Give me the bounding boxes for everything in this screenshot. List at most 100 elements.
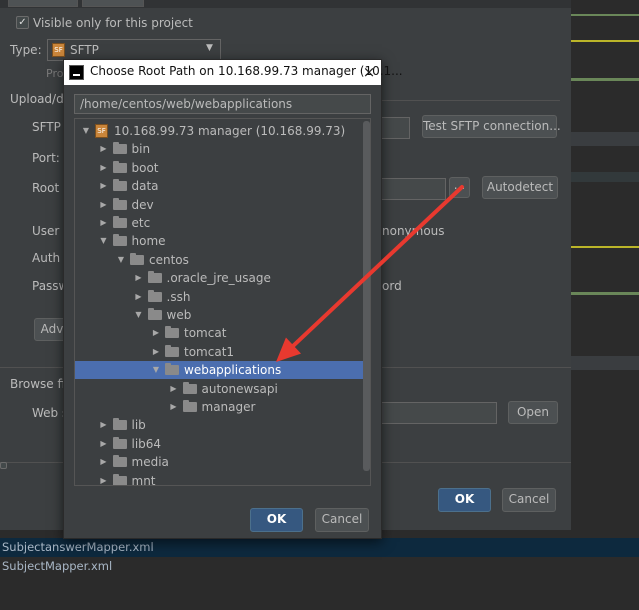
tree-node[interactable]: ▶ etc — [75, 214, 370, 232]
tree-node[interactable]: ▶ mnt — [75, 472, 370, 485]
folder-icon — [165, 344, 179, 357]
collapsed-arrow-icon[interactable]: ▶ — [99, 196, 109, 214]
editor-background — [571, 0, 639, 530]
collapsed-arrow-icon[interactable]: ▶ — [169, 380, 179, 398]
tree-node[interactable]: ▶ tomcat1 — [75, 343, 370, 361]
tree-node-label: centos — [149, 252, 189, 267]
tab-mappings[interactable] — [82, 0, 144, 7]
browse-root-path-button[interactable]: ... — [449, 177, 470, 198]
tree-node[interactable]: ▼ web — [75, 306, 370, 324]
settings-ok-button[interactable]: OK — [438, 488, 491, 512]
tree-node-label: webapplications — [184, 363, 282, 378]
tree-node-label: lib — [131, 418, 146, 433]
open-button[interactable]: Open — [508, 401, 558, 424]
type-value: SFTP — [70, 43, 99, 57]
resize-grip[interactable] — [0, 462, 7, 469]
dialog-ok-button[interactable]: OK — [250, 508, 303, 532]
tree-node-label: .ssh — [166, 289, 191, 304]
code-line-band — [571, 132, 639, 146]
collapsed-arrow-icon[interactable]: ▶ — [99, 214, 109, 232]
collapsed-arrow-icon[interactable]: ▶ — [151, 343, 161, 361]
tree-node[interactable]: ▼ SF 10.168.99.73 manager (10.168.99.73) — [75, 122, 370, 140]
web-server-url-input[interactable] — [370, 402, 497, 424]
collapsed-arrow-icon[interactable]: ▶ — [134, 269, 144, 287]
folder-icon — [112, 197, 127, 210]
folder-icon — [147, 289, 162, 302]
collapsed-arrow-icon[interactable]: ▶ — [151, 324, 161, 342]
path-input[interactable]: /home/centos/web/webapplications — [74, 94, 371, 114]
folder-icon — [112, 160, 127, 173]
collapsed-arrow-icon[interactable]: ▶ — [99, 472, 109, 485]
tree-node-label: tomcat1 — [184, 344, 235, 359]
tree-node[interactable]: ▶ manager — [75, 398, 370, 416]
test-sftp-connection-button[interactable]: Test SFTP connection... — [422, 115, 561, 138]
folder-icon — [147, 271, 162, 284]
collapsed-arrow-icon[interactable]: ▶ — [99, 140, 109, 158]
tree-node[interactable]: ▶ lib — [75, 416, 370, 434]
folder-icon — [112, 234, 127, 247]
tree-node-label: tomcat — [184, 326, 227, 341]
code-highlight — [571, 246, 639, 248]
folder-icon — [182, 400, 197, 412]
expanded-arrow-icon[interactable]: ▼ — [81, 122, 91, 140]
choose-root-path-dialog: Choose Root Path on 10.168.99.73 manager… — [63, 59, 403, 539]
type-label: Type: — [10, 43, 42, 57]
close-icon[interactable]: × — [360, 63, 378, 81]
tree-node-label: media — [131, 455, 169, 470]
tree-node-label: .oracle_jre_usage — [166, 271, 271, 286]
folder-icon — [112, 455, 127, 468]
tree-node[interactable]: ▶ autonewsapi — [75, 380, 370, 398]
tree-node-label: 10.168.99.73 manager (10.168.99.73) — [114, 124, 346, 138]
settings-cancel-button[interactable]: Cancel — [502, 488, 556, 512]
tree-node-label: bin — [131, 142, 151, 157]
code-line-band — [571, 356, 639, 370]
remote-file-tree[interactable]: ▼ SF 10.168.99.73 manager (10.168.99.73) ▶ b… — [74, 118, 371, 486]
collapsed-arrow-icon[interactable]: ▶ — [99, 177, 109, 195]
collapsed-arrow-icon[interactable]: ▶ — [99, 435, 109, 453]
tree-node[interactable]: ▶ lib64 — [75, 435, 370, 453]
port-label: Port: — [32, 151, 60, 165]
collapsed-arrow-icon[interactable]: ▶ — [99, 416, 109, 434]
tree-node-label: boot — [131, 160, 159, 175]
tree-node[interactable]: ▶ media — [75, 453, 370, 471]
tree-node[interactable]: ▼ home — [75, 232, 370, 250]
visible-only-checkbox[interactable]: ✓ — [16, 16, 29, 29]
tree-node[interactable]: ▶ .ssh — [75, 288, 370, 306]
collapsed-arrow-icon[interactable]: ▶ — [169, 398, 179, 416]
tree-node-selected[interactable]: ▼ webapplications — [75, 361, 370, 380]
collapsed-arrow-icon[interactable]: ▶ — [99, 159, 109, 177]
expanded-arrow-icon[interactable]: ▼ — [116, 251, 126, 269]
expanded-arrow-icon[interactable]: ▼ — [99, 232, 109, 250]
tab-connection[interactable] — [8, 0, 78, 7]
save-password-label: ord — [382, 279, 402, 293]
chevron-down-icon: ▼ — [206, 43, 213, 53]
tree-node[interactable]: ▶ data — [75, 177, 370, 195]
type-combo[interactable]: SF SFTP ▼ — [47, 39, 221, 61]
autodetect-button[interactable]: Autodetect — [482, 176, 558, 199]
tree-node[interactable]: ▶ boot — [75, 159, 370, 177]
tree-node-label: autonewsapi — [201, 381, 278, 396]
expanded-arrow-icon[interactable]: ▼ — [134, 306, 144, 324]
tree-node[interactable]: ▼ centos — [75, 251, 370, 269]
sftp-server-icon: SF — [95, 124, 108, 138]
folder-icon — [112, 179, 127, 192]
tree-node-label: data — [131, 179, 159, 194]
file-item[interactable]: SubjectanswerMapper.xml — [0, 538, 639, 557]
folder-icon — [112, 436, 127, 449]
sftp-icon: SF — [52, 43, 65, 57]
tree-node-label: lib64 — [131, 436, 162, 451]
expanded-arrow-icon[interactable]: ▼ — [151, 361, 161, 379]
dialog-cancel-button[interactable]: Cancel — [315, 508, 369, 532]
tree-node[interactable]: ▶ dev — [75, 196, 370, 214]
anonymous-label: nonymous — [382, 224, 445, 238]
folder-icon — [182, 381, 197, 394]
collapsed-arrow-icon[interactable]: ▶ — [134, 288, 144, 306]
tree-node[interactable]: ▶ bin — [75, 140, 370, 158]
collapsed-arrow-icon[interactable]: ▶ — [99, 453, 109, 471]
tree-node[interactable]: ▶ tomcat — [75, 324, 370, 342]
dialog-titlebar[interactable]: Choose Root Path on 10.168.99.73 manager… — [64, 60, 403, 85]
file-item[interactable]: SubjectMapper.xml — [0, 557, 639, 576]
tree-scrollbar[interactable] — [363, 121, 370, 471]
folder-icon — [165, 326, 179, 339]
tree-node[interactable]: ▶ .oracle_jre_usage — [75, 269, 370, 287]
